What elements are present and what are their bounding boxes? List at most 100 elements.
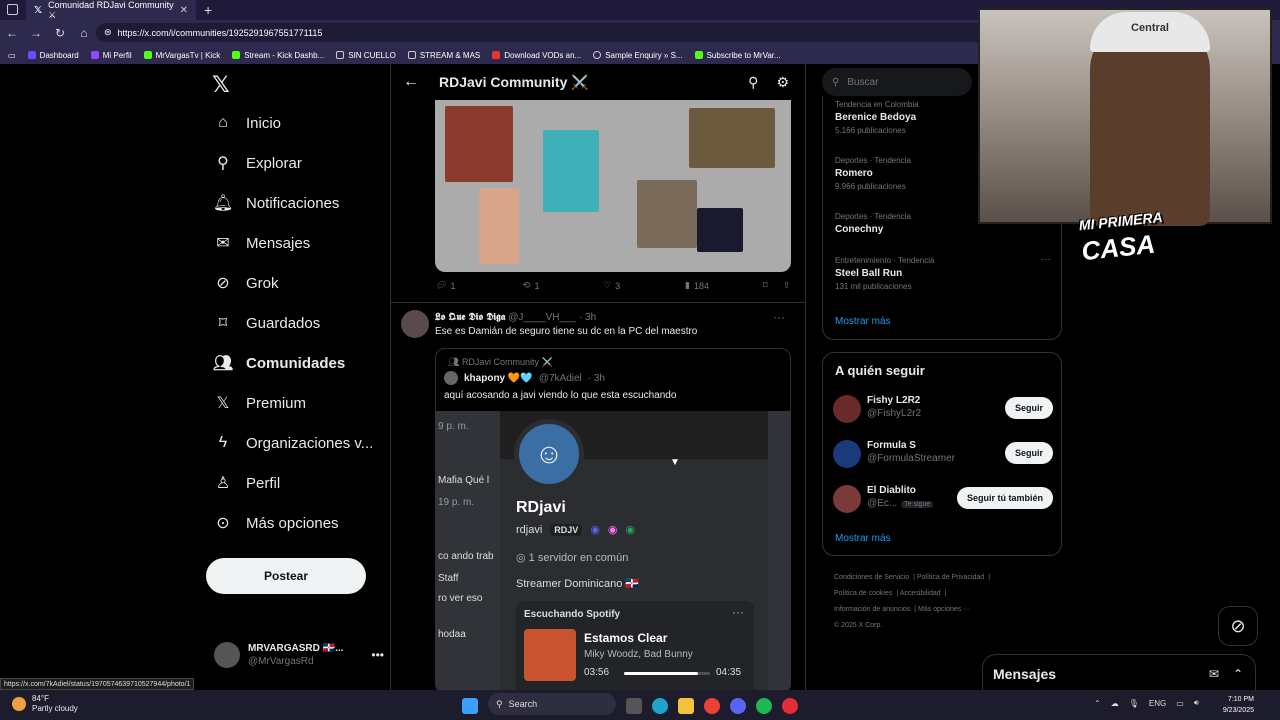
footer-link[interactable]: Accesibilidad [900, 590, 941, 597]
post-author[interactable]: 𝕷𝖔 𝕼𝖚𝖊 𝕯𝖎𝖔 𝕯𝖎𝖌𝖆 [435, 312, 505, 323]
bookmark-item[interactable]: MrVargasTv | Kick [143, 51, 220, 60]
tab-close-icon[interactable]: ✕ [180, 5, 188, 16]
tab-actions-icon[interactable] [7, 4, 18, 15]
bookmark-item[interactable]: SIN CUELLO [336, 51, 396, 60]
tab-active[interactable]: 𝕏 Comunidad RDJavi Community ⚔ ✕ [26, 0, 196, 20]
nav-item-notifications[interactable]: 🔔︎ Notificaciones [213, 194, 340, 213]
bookmark-item[interactable]: Stream - Kick Dashb... [232, 51, 324, 60]
nav-item-grok[interactable]: ⊘ Grok [214, 274, 278, 293]
discord-icon[interactable] [730, 697, 746, 714]
trend-item[interactable]: Deportes · Tendencia Romero 9.966 public… [835, 156, 911, 191]
nav-item-premium[interactable]: 𝕏 Premium [214, 394, 306, 413]
reply-button[interactable]: 💬︎ 1 [435, 280, 523, 291]
new-tab-button[interactable]: + [204, 2, 212, 18]
x-logo-icon[interactable]: 𝕏 [212, 72, 230, 98]
gear-icon[interactable]: ⚙ [776, 74, 789, 91]
nav-item-organizations[interactable]: ϟ Organizaciones v... [214, 434, 374, 452]
bookmark-item[interactable]: STREAM & MAS [407, 51, 480, 60]
show-more-trends-link[interactable]: Mostrar más [835, 316, 891, 327]
footer-link[interactable]: Condiciones de Servicio [834, 574, 909, 581]
views-button[interactable]: ▮ 184 [685, 280, 763, 291]
bookmarks-menu-icon[interactable]: ▭ [8, 51, 16, 60]
network-icon[interactable]: ▭ [1176, 699, 1184, 708]
new-message-icon[interactable]: ✉ [1209, 667, 1219, 681]
messages-drawer[interactable]: Mensajes ✉ ⌃ [982, 654, 1256, 694]
taskbar-search[interactable]: ⚲ Search [488, 693, 616, 715]
trend-item[interactable]: Entretenimiento · Tendencia Steel Ball R… [835, 254, 1051, 291]
bookmark-item[interactable]: Sample Enquiry » S... [593, 51, 683, 60]
file-explorer-icon[interactable] [678, 697, 694, 714]
back-arrow-icon[interactable]: ← [403, 73, 419, 91]
home-icon[interactable]: ⌂ [78, 26, 90, 40]
chevron-up-icon[interactable]: ⌃ [1094, 699, 1101, 708]
nav-item-more[interactable]: ⊙ Más opciones [214, 514, 338, 533]
cloud-icon[interactable]: ☁ [1111, 699, 1119, 708]
nav-item-communities[interactable]: 👥︎ Comunidades [213, 354, 345, 373]
post-button[interactable]: Postear [206, 558, 366, 594]
obs-icon[interactable] [782, 697, 798, 714]
post-handle[interactable]: @J____VH___ [508, 312, 576, 323]
more-dots-icon[interactable]: ••• [371, 648, 384, 662]
trend-item[interactable]: Deportes · Tendencia Conechny [835, 212, 911, 235]
mic-icon[interactable]: 🎙︎ [1129, 699, 1139, 708]
follow-suggestion[interactable]: El Diablito @Ec... Te sigue Seguir tú tam… [833, 483, 1053, 513]
share-icon[interactable]: ⇪ [783, 280, 791, 291]
language-indicator[interactable]: ENG [1149, 699, 1166, 708]
refresh-icon[interactable]: ↻ [54, 26, 66, 40]
footer-link[interactable]: Información de anuncios [834, 606, 910, 613]
url-field[interactable]: ⊜ https://x.com/i/communities/1925291967… [96, 23, 996, 42]
quoted-post[interactable]: 👥︎ RDJavi Community ⚔️ khapony 🧡🩵 @7kAdi… [435, 348, 791, 694]
bookmark-item[interactable]: Subscribe to MrVar... [694, 51, 781, 60]
search-icon[interactable]: ⚲ [748, 74, 758, 91]
quote-image[interactable]: 9 p. m. Mafia Qué l 19 p. m. co ando tra… [436, 411, 790, 693]
expand-up-icon[interactable]: ⌃ [1233, 667, 1243, 681]
windows-start-icon[interactable] [462, 697, 478, 714]
trend-item[interactable]: Tendencia en Colombia Berenice Bedoya 5.… [835, 100, 919, 135]
weather-widget[interactable]: 84°F Partly cloudy [12, 694, 78, 714]
chrome-icon[interactable] [704, 697, 720, 714]
forward-icon[interactable]: → [30, 26, 42, 40]
nav-item-explore[interactable]: ⚲ Explorar [214, 154, 302, 173]
search-input[interactable]: ⚲ Buscar [822, 68, 972, 96]
bookmark-item[interactable]: Mi Perfil [90, 51, 132, 60]
like-button[interactable]: ♡ 3 [603, 280, 685, 291]
footer-link[interactable]: Más opciones ··· [918, 606, 970, 613]
site-info-icon[interactable]: ⊜ [104, 27, 112, 38]
nav-item-profile[interactable]: ♙ Perfil [214, 474, 280, 493]
bookmark-item[interactable]: Download VODs an... [492, 51, 581, 60]
spotify-icon[interactable] [756, 697, 772, 714]
song-title: Estamos Clear [584, 631, 668, 645]
task-view-icon[interactable] [626, 697, 642, 714]
follow-suggestion[interactable]: Formula S @FormulaStreamer Seguir [833, 438, 1053, 468]
bookmark-icon[interactable]: ⌑ [763, 280, 783, 291]
song-progress-fill [624, 672, 698, 675]
more-dots-icon[interactable]: ··· [1041, 254, 1051, 265]
follow-button[interactable]: Seguir [1004, 397, 1053, 419]
badge-icon: ◉ [607, 524, 618, 536]
grok-floating-button[interactable]: ⊘ [1218, 606, 1258, 646]
more-circle-icon: ⊙ [216, 515, 230, 532]
nav-item-messages[interactable]: ✉ Mensajes [214, 234, 310, 253]
system-tray: ⌃ ☁ 🎙︎ ENG ▭ 🔊︎ [1094, 698, 1199, 708]
nav-item-bookmarks[interactable]: ⌑ Guardados [214, 314, 320, 333]
bookmark-item[interactable]: Dashboard [27, 51, 79, 60]
volume-icon[interactable]: 🔊︎ [1194, 698, 1199, 708]
taskbar-clock[interactable]: 7:10 PM 9/23/2025 [1218, 694, 1254, 716]
post-time[interactable]: · 3h [579, 312, 596, 323]
footer-link[interactable]: Política de Privacidad [917, 574, 984, 581]
show-more-follow-link[interactable]: Mostrar más [835, 533, 891, 544]
quote-author: khapony 🧡🩵 [464, 372, 533, 384]
more-dots-icon[interactable]: ··· [773, 310, 785, 324]
avatar [401, 310, 429, 338]
follow-back-button[interactable]: Seguir tú también [956, 487, 1053, 509]
repost-button[interactable]: ⟲ 1 [523, 280, 603, 291]
footer-link[interactable]: Política de cookies [834, 590, 892, 597]
communities-icon: 👥︎ [448, 357, 462, 367]
nav-item-home[interactable]: ⌂ Inicio [214, 114, 281, 132]
edge-icon[interactable] [652, 697, 668, 714]
back-icon[interactable]: ← [6, 26, 18, 40]
follow-suggestion[interactable]: Fishy L2R2 @FishyL2r2 Seguir [833, 393, 1053, 423]
post-image[interactable] [435, 100, 791, 272]
follow-button[interactable]: Seguir [1004, 442, 1053, 464]
account-switcher[interactable]: MRVARGASRD 🇩🇴... @MrVargasRd ••• [214, 642, 384, 668]
